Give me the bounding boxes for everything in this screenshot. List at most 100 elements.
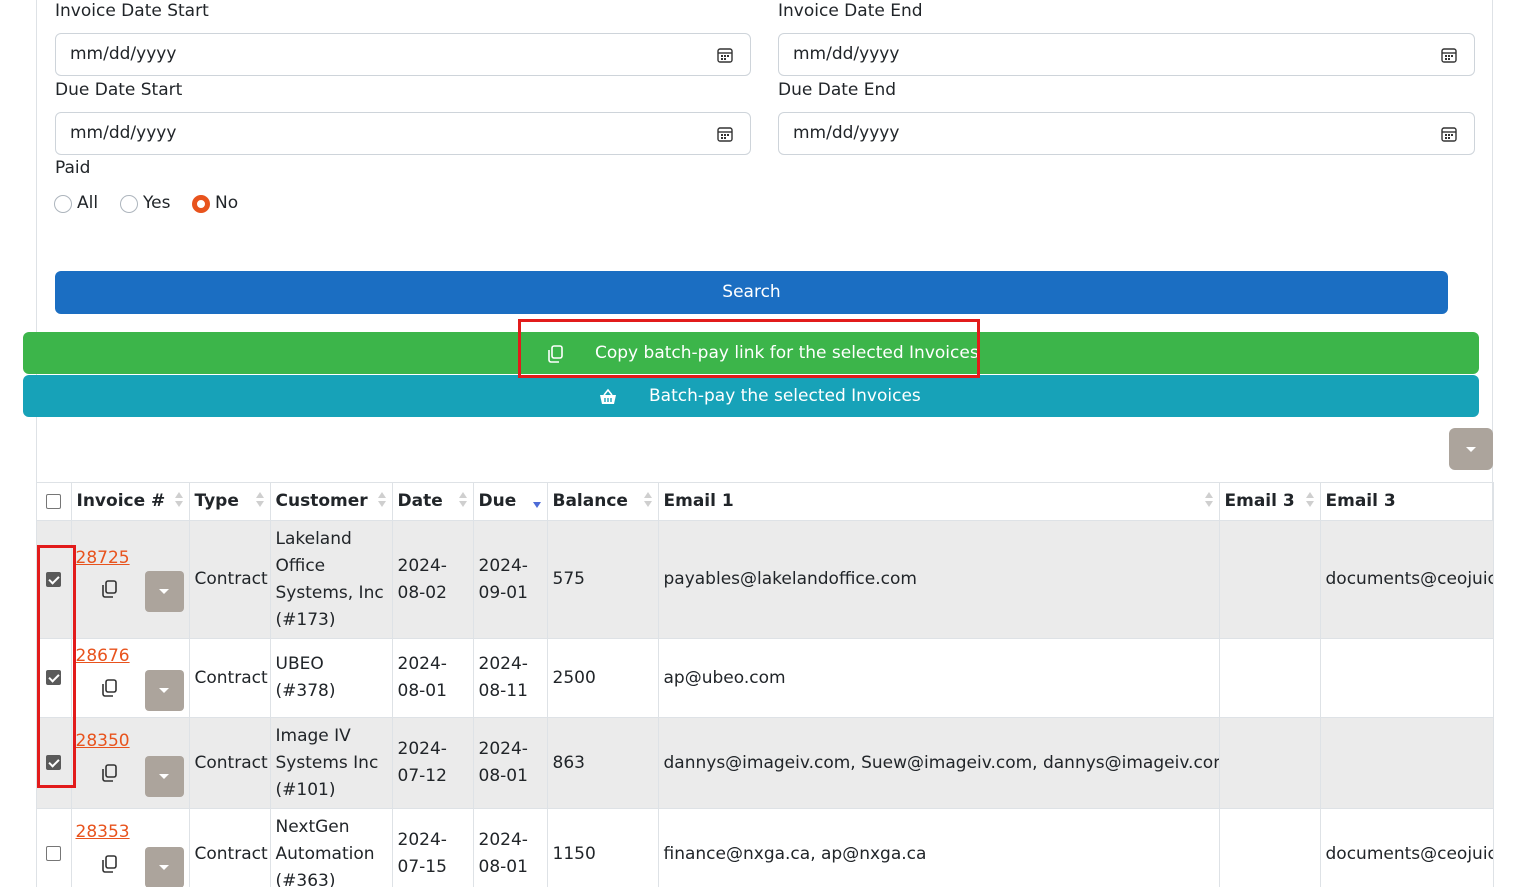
row-actions-dropdown[interactable] <box>144 670 184 711</box>
email1-cell: payables@lakelandoffice.com <box>658 520 1220 639</box>
due-date-end-value: mm/dd/yyyy <box>793 123 900 143</box>
annotation-highlight-copy-button <box>518 319 980 378</box>
column-header-label: Balance <box>552 491 628 511</box>
column-header-email2[interactable]: Email 3 <box>1219 482 1321 521</box>
email1-cell: dannys@imageiv.com, Suew@imageiv.com, da… <box>658 717 1220 809</box>
copy-icon[interactable] <box>99 678 119 698</box>
paid-no-label[interactable]: No <box>215 193 238 213</box>
due-date-start-input[interactable]: mm/dd/yyyy <box>55 112 751 155</box>
calendar-icon[interactable] <box>716 46 734 64</box>
calendar-icon[interactable] <box>716 125 734 143</box>
chevron-down-icon <box>158 774 169 779</box>
select-all-checkbox[interactable] <box>46 493 62 509</box>
due-cell: 2024-08-11 <box>473 638 548 718</box>
paid-no-radio[interactable] <box>192 195 210 213</box>
email3-cell: documents@ceojuice <box>1320 808 1494 887</box>
due-date-start-value: mm/dd/yyyy <box>70 123 177 143</box>
column-header-email3[interactable]: Email 3 <box>1320 482 1494 521</box>
type-cell: Contract <box>189 520 271 639</box>
invoice-date-start-label: Invoice Date Start <box>55 1 209 21</box>
calendar-icon[interactable] <box>1440 125 1458 143</box>
due-cell: 2024-08-01 <box>473 808 548 887</box>
row-select-checkbox[interactable] <box>46 846 62 861</box>
invoice-date-start-value: mm/dd/yyyy <box>70 44 177 64</box>
select-all-cell <box>37 482 72 521</box>
column-header-invoice[interactable]: Invoice # <box>71 482 190 521</box>
paid-all-label[interactable]: All <box>77 193 98 213</box>
customer-cell: UBEO (#378) <box>270 638 393 718</box>
date-cell: 2024-08-01 <box>392 638 474 718</box>
row-actions-dropdown[interactable] <box>144 571 184 612</box>
copy-icon[interactable] <box>99 854 119 874</box>
due-date-start-label: Due Date Start <box>55 80 183 100</box>
invoice-link[interactable]: 28350 <box>76 728 130 755</box>
chevron-down-icon <box>1466 447 1476 452</box>
customer-cell: Image IV Systems Inc (#101) <box>270 717 393 809</box>
table-row: 28350 Contract Image IV Systems Inc (#10… <box>37 717 1494 809</box>
column-visibility-button[interactable] <box>1449 428 1493 470</box>
email3-cell: documents@ceojuice <box>1320 520 1494 639</box>
invoice-date-end-input[interactable]: mm/dd/yyyy <box>778 33 1475 76</box>
sort-icon <box>1204 492 1213 510</box>
balance-cell: 2500 <box>547 638 659 718</box>
paid-yes-label[interactable]: Yes <box>143 193 170 213</box>
type-cell: Contract <box>189 808 271 887</box>
paid-yes-radio[interactable] <box>120 195 138 213</box>
copy-icon[interactable] <box>99 579 119 599</box>
sort-icon <box>458 492 467 510</box>
customer-cell: NextGen Automation (#363) <box>270 808 393 887</box>
due-date-end-label: Due Date End <box>778 80 897 100</box>
invoice-cell: 28725 <box>71 520 190 639</box>
invoice-date-start-input[interactable]: mm/dd/yyyy <box>55 33 751 76</box>
email2-cell <box>1219 520 1321 639</box>
column-header-label: Due <box>478 491 517 511</box>
invoice-link[interactable]: 28353 <box>76 819 130 846</box>
invoice-cell: 28353 <box>71 808 190 887</box>
sort-icon <box>643 492 652 510</box>
sort-icon <box>255 492 264 510</box>
column-header-label: Type <box>194 491 239 511</box>
batch-pay-button[interactable]: Batch-pay the selected Invoices <box>23 375 1479 417</box>
column-header-email1[interactable]: Email 1 <box>658 482 1220 521</box>
type-cell: Contract <box>189 717 271 809</box>
column-header-balance[interactable]: Balance <box>547 482 659 521</box>
invoice-cell: 28676 <box>71 638 190 718</box>
email2-cell <box>1219 638 1321 718</box>
email2-cell <box>1219 808 1321 887</box>
email3-cell <box>1320 638 1494 718</box>
due-cell: 2024-09-01 <box>473 520 548 639</box>
sort-icon <box>1305 492 1314 510</box>
search-button[interactable]: Search <box>55 271 1448 314</box>
paid-all-radio[interactable] <box>54 195 72 213</box>
balance-cell: 575 <box>547 520 659 639</box>
column-header-due[interactable]: Due <box>473 482 548 521</box>
date-cell: 2024-08-02 <box>392 520 474 639</box>
chevron-down-icon <box>158 688 169 693</box>
column-header-customer[interactable]: Customer <box>270 482 393 521</box>
email1-cell: finance@nxga.ca, ap@nxga.ca <box>658 808 1220 887</box>
column-header-label: Email 3 <box>1224 491 1295 511</box>
email3-cell <box>1320 717 1494 809</box>
column-header-type[interactable]: Type <box>189 482 271 521</box>
sort-desc-icon <box>532 492 541 510</box>
paid-label: Paid <box>55 158 91 178</box>
row-select-cell <box>37 808 72 887</box>
copy-icon[interactable] <box>99 763 119 783</box>
invoice-date-end-value: mm/dd/yyyy <box>793 44 900 64</box>
chevron-down-icon <box>158 589 169 594</box>
invoice-link[interactable]: 28676 <box>76 643 130 670</box>
sort-icon <box>377 492 386 510</box>
table-row: 28353 Contract NextGen Automation (#363)… <box>37 808 1494 887</box>
invoice-link[interactable]: 28725 <box>76 545 130 572</box>
sort-icon <box>174 492 183 510</box>
column-header-label: Email 1 <box>663 491 734 511</box>
table-row: 28676 Contract UBEO (#378) 2024-08-01 20… <box>37 638 1494 718</box>
chevron-down-icon <box>158 865 169 870</box>
batch-pay-label: Batch-pay the selected Invoices <box>649 386 921 406</box>
column-header-date[interactable]: Date <box>392 482 474 521</box>
annotation-highlight-checkboxes <box>37 545 76 788</box>
row-actions-dropdown[interactable] <box>144 847 184 887</box>
due-date-end-input[interactable]: mm/dd/yyyy <box>778 112 1475 155</box>
calendar-icon[interactable] <box>1440 46 1458 64</box>
row-actions-dropdown[interactable] <box>144 756 184 797</box>
